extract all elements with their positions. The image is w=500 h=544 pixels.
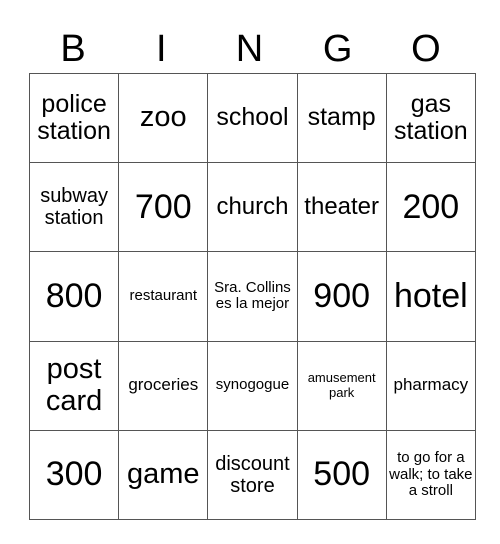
- bingo-cell[interactable]: Sra. Collins es la mejor: [207, 251, 298, 342]
- bingo-cell[interactable]: zoo: [118, 72, 209, 164]
- header-letter-b: B: [60, 28, 86, 70]
- bingo-cell[interactable]: to go for a walk; to take a stroll: [385, 429, 476, 520]
- bingo-cell[interactable]: discount store: [207, 429, 298, 520]
- bingo-cell[interactable]: restaurant: [118, 251, 209, 342]
- bingo-cell[interactable]: game: [118, 429, 209, 520]
- bingo-row: 800 restaurant Sra. Collins es la mejor 900…: [28, 251, 476, 342]
- bingo-grid: police station zoo school stamp gas station s…: [28, 72, 476, 520]
- bingo-cell[interactable]: stamp: [296, 72, 387, 164]
- header-letter-o: O: [411, 28, 441, 70]
- header-letter-g: G: [322, 28, 353, 70]
- bingo-cell[interactable]: police station: [28, 72, 120, 164]
- bingo-cell[interactable]: groceries: [118, 340, 209, 431]
- bingo-cell[interactable]: subway station: [28, 162, 120, 253]
- bingo-cell[interactable]: school: [207, 72, 298, 164]
- header-letter-n: N: [235, 28, 264, 70]
- bingo-row: subway station 700 church theater 200: [28, 162, 476, 253]
- bingo-cell[interactable]: amusement park: [296, 340, 387, 431]
- bingo-cell[interactable]: 800: [28, 251, 120, 342]
- bingo-cell[interactable]: theater: [296, 162, 387, 253]
- bingo-cell[interactable]: 900: [296, 251, 387, 342]
- header-letter-i: I: [156, 28, 167, 70]
- bingo-cell[interactable]: hotel: [385, 251, 476, 342]
- bingo-header: B I N G O: [29, 26, 470, 72]
- bingo-row: 300 game discount store 500 to go for a walk…: [28, 429, 476, 520]
- bingo-cell[interactable]: 500: [296, 429, 387, 520]
- bingo-cell[interactable]: 700: [118, 162, 209, 253]
- bingo-cell[interactable]: post card: [28, 340, 120, 431]
- bingo-cell[interactable]: pharmacy: [385, 340, 476, 431]
- bingo-row: post card groceries synogogue amusement par…: [28, 340, 476, 431]
- bingo-cell[interactable]: gas station: [385, 72, 476, 164]
- bingo-row: police station zoo school stamp gas station: [28, 72, 476, 164]
- bingo-cell[interactable]: 200: [385, 162, 476, 253]
- bingo-cell[interactable]: 300: [28, 429, 120, 520]
- bingo-cell[interactable]: church: [207, 162, 298, 253]
- bingo-cell[interactable]: synogogue: [207, 340, 298, 431]
